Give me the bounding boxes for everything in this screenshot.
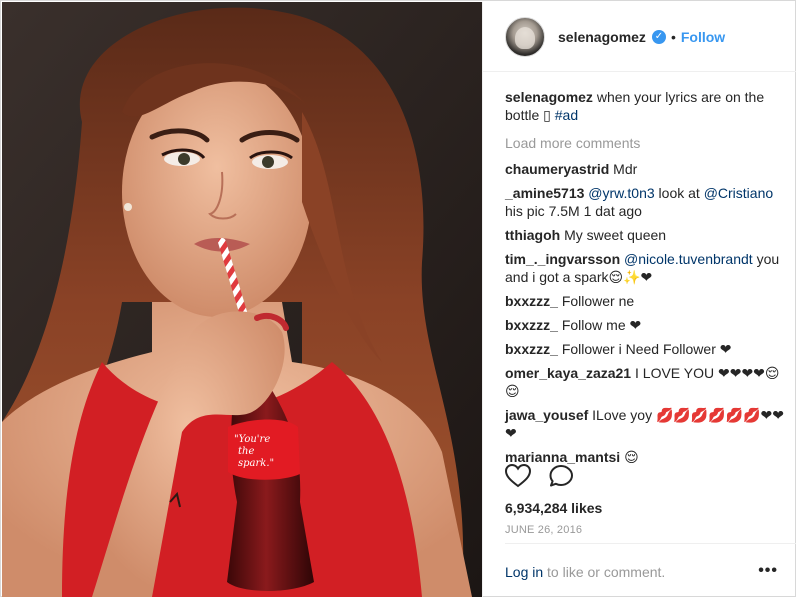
caption-emoji: ▯ — [543, 107, 551, 123]
likes-count[interactable]: 6,934,284 likes — [505, 500, 602, 516]
comment-mention[interactable]: @Cristiano — [704, 185, 773, 201]
comment-item: _amine5713 @yrw.t0n3 look at @Cristiano … — [505, 184, 785, 220]
post-frame: "You're the spark." selenagomez ✓ • Foll… — [0, 0, 796, 597]
comment-item: tim_._ingvarsson @nicole.tuvenbrandt you… — [505, 250, 785, 286]
comment-username[interactable]: jawa_yousef — [505, 407, 588, 423]
heart-icon — [505, 464, 531, 488]
svg-text:the: the — [238, 446, 254, 457]
comment-username[interactable]: _amine5713 — [505, 185, 584, 201]
login-link[interactable]: Log in — [505, 564, 543, 580]
comment-text: Follow me ❤ — [561, 317, 642, 333]
follow-button[interactable]: Follow — [681, 29, 725, 45]
comment-text: Mdr — [613, 161, 638, 177]
like-button[interactable] — [505, 464, 531, 488]
avatar[interactable] — [505, 16, 545, 57]
post-actions — [505, 464, 575, 488]
caption: selenagomez when your lyrics are on the … — [505, 88, 785, 124]
comment-username[interactable]: tim_._ingvarsson — [505, 251, 620, 267]
separator-dot: • — [670, 28, 676, 45]
comment-text: My sweet queen — [564, 227, 667, 243]
comment-username[interactable]: bxxzzz_ — [505, 317, 558, 333]
comment-username[interactable]: bxxzzz_ — [505, 293, 558, 309]
caption-hashtag[interactable]: #ad — [555, 107, 578, 123]
comment-text: look at — [658, 185, 700, 201]
photo-illustration: "You're the spark." — [2, 2, 482, 597]
username[interactable]: selenagomez — [558, 29, 646, 45]
comment-item: bxxzzz_ Follower ne — [505, 292, 785, 310]
load-more-comments-button[interactable]: Load more comments — [505, 134, 785, 152]
comment-username[interactable]: marianna_mantsi — [505, 449, 620, 465]
comment-mention[interactable]: @nicole.tuvenbrandt — [624, 251, 753, 267]
post-sidebar: selenagomez ✓ • Follow selenagomez when … — [482, 2, 796, 597]
comment-text: Follower i Need Follower ❤ — [561, 341, 732, 357]
comment-item: tthiagoh My sweet queen — [505, 226, 785, 244]
comment-text: Follower ne — [561, 293, 635, 309]
comments-list: selenagomez when your lyrics are on the … — [505, 88, 785, 472]
post-photo[interactable]: "You're the spark." — [2, 2, 482, 597]
login-prompt-text: to like or comment. — [547, 564, 666, 580]
comment-text: his pic 7.5M 1 dat ago — [505, 203, 642, 219]
comment-text: 😌 — [624, 449, 639, 465]
comment-username[interactable]: chaumeryastrid — [505, 161, 609, 177]
comment-item: omer_kaya_zaza21 I LOVE YOU ❤❤❤❤😌😌 — [505, 364, 785, 400]
comment-button[interactable] — [549, 464, 575, 488]
verified-badge-icon: ✓ — [651, 29, 666, 44]
login-prompt: Log in to like or comment. — [505, 564, 665, 580]
caption-username[interactable]: selenagomez — [505, 89, 593, 105]
more-options-icon[interactable]: ••• — [758, 562, 778, 580]
comment-username[interactable]: tthiagoh — [505, 227, 560, 243]
comment-username[interactable]: bxxzzz_ — [505, 341, 558, 357]
bottle-label-text: "You're — [234, 434, 270, 445]
svg-text:spark.": spark." — [238, 458, 274, 469]
comment-mention[interactable]: @yrw.t0n3 — [588, 185, 654, 201]
post-header: selenagomez ✓ • Follow — [483, 2, 796, 72]
comment-icon — [549, 465, 573, 487]
comment-item: bxxzzz_ Follow me ❤ — [505, 316, 785, 334]
comment-rows: chaumeryastrid Mdr _amine5713 @yrw.t0n3 l… — [505, 160, 785, 466]
divider — [505, 543, 796, 544]
comment-item: jawa_yousef ILove yoy 💋💋💋💋💋💋❤❤❤ — [505, 406, 785, 442]
comment-item: bxxzzz_ Follower i Need Follower ❤ — [505, 340, 785, 358]
post-date[interactable]: JUNE 26, 2016 — [505, 524, 582, 536]
comment-username[interactable]: omer_kaya_zaza21 — [505, 365, 631, 381]
comment-item: chaumeryastrid Mdr — [505, 160, 785, 178]
